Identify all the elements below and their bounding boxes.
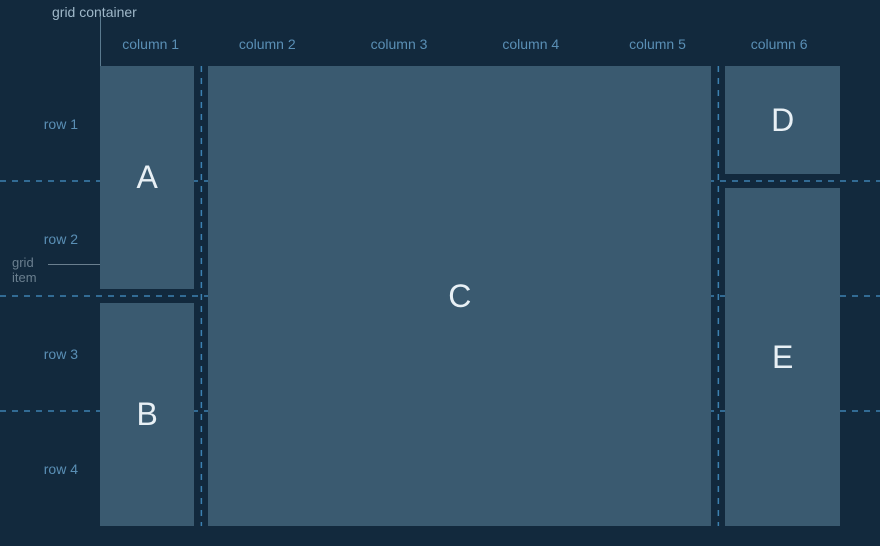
column-label: column 4 (465, 36, 597, 52)
column-label: column 6 (718, 36, 840, 52)
column-label: column 3 (333, 36, 465, 52)
grid-container-label: grid container (52, 4, 137, 20)
grid-item-C: C (208, 66, 711, 526)
grid-item-B: B (100, 303, 194, 526)
grid-item-D: D (725, 66, 840, 174)
grid-item-A: A (100, 66, 194, 289)
column-label: column 5 (597, 36, 719, 52)
column-label: column 2 (201, 36, 333, 52)
column-labels: column 1column 2column 3column 4column 5… (100, 36, 840, 52)
column-label: column 1 (100, 36, 201, 52)
grid-item-E: E (725, 188, 840, 526)
grid-diagram: ABCDE (100, 66, 840, 526)
